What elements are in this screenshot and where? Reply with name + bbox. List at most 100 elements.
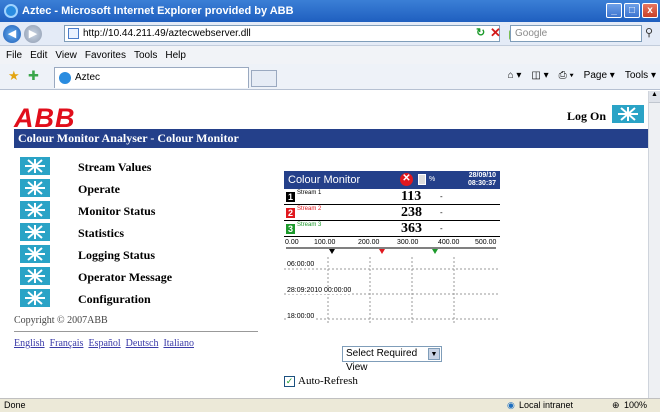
vertical-scrollbar[interactable]: ▲ <box>648 91 660 398</box>
stream-value: 113 <box>401 189 422 204</box>
new-tab-button[interactable] <box>251 70 277 87</box>
view-select-value: Select Required View <box>346 348 418 373</box>
nav-icon <box>20 201 50 219</box>
lang-espanol-link[interactable]: Español <box>88 338 120 349</box>
bar-scale: 0.00 100.00 200.00 300.00 400.00 500.00 <box>284 239 500 257</box>
ie-logo-icon <box>4 4 18 18</box>
favorites-bar: ★ ✚ Aztec ⌂ ▾ ◫ ▾ ⎙ ▾ Page ▾ Tools ▾ <box>0 64 660 90</box>
address-toolbar: ◀ ▶ http://10.44.211.49/aztecwebserver.d… <box>0 22 660 46</box>
menu-tools[interactable]: Tools <box>134 50 157 61</box>
page-menu[interactable]: Page ▾ <box>584 70 615 81</box>
menu-favorites[interactable]: Favorites <box>85 50 126 61</box>
stream-row: 3 Stream 3 363 - <box>284 222 500 237</box>
ie-tab-icon <box>59 72 71 84</box>
window-title: Aztec - Microsoft Internet Explorer prov… <box>22 5 294 17</box>
stop-icon[interactable]: ✕ <box>490 25 501 41</box>
nav-monitor-status[interactable]: Monitor Status <box>14 201 254 223</box>
stream-name: Stream 3 <box>297 222 322 228</box>
nav-icon <box>20 267 50 285</box>
checkbox-check-icon[interactable]: ✓ <box>284 375 295 387</box>
nav-label: Configuration <box>78 292 151 306</box>
nav-operate[interactable]: Operate <box>14 179 254 201</box>
stream-unit: - <box>440 208 443 217</box>
search-icon[interactable]: ⚲ <box>645 26 653 39</box>
scale-markers <box>286 247 496 254</box>
trend-time-label: 06:00:00 <box>287 261 315 268</box>
forward-button[interactable]: ▶ <box>24 24 42 43</box>
nav-label: Logging Status <box>78 248 156 262</box>
tools-menu[interactable]: Tools ▾ <box>625 70 656 81</box>
lang-deutsch-link[interactable]: Deutsch <box>126 338 159 349</box>
lang-italiano-link[interactable]: Italiano <box>163 338 194 349</box>
stream-number: 1 <box>286 192 295 202</box>
nav-statistics[interactable]: Statistics <box>14 223 254 245</box>
maximize-button[interactable]: □ <box>624 3 640 18</box>
chevron-down-icon[interactable]: ▼ <box>428 348 440 360</box>
zoom-level[interactable]: 100% <box>624 399 647 412</box>
menu-edit[interactable]: Edit <box>30 50 47 61</box>
lang-english-link[interactable]: English <box>14 338 45 349</box>
zoom-icon[interactable]: ⊕ <box>612 399 620 412</box>
stream-row: 2 Stream 2 238 - <box>284 206 500 221</box>
nav-operator-message[interactable]: Operator Message <box>14 267 254 289</box>
add-favorite-icon[interactable]: ✚ <box>28 68 39 84</box>
copyright-text: Copyright © 2007ABB <box>14 315 108 326</box>
window-titlebar: Aztec - Microsoft Internet Explorer prov… <box>0 0 660 22</box>
page-banner: Colour Monitor Analyser - Colour Monitor <box>14 129 648 148</box>
view-select[interactable]: Select Required View ▼ <box>342 346 442 373</box>
back-button[interactable]: ◀ <box>3 24 21 43</box>
stream-value: 363 <box>401 221 422 236</box>
language-links: English Français Español Deutsch Italian… <box>14 338 194 349</box>
nav-label: Statistics <box>78 226 124 240</box>
tab-label: Aztec <box>75 72 101 83</box>
trend-time-label: 28:09:2010 00:00:00 <box>287 287 352 294</box>
stream-number: 2 <box>286 208 295 218</box>
main-nav: Stream Values Operate Monitor Status Sta… <box>14 157 254 311</box>
address-field[interactable]: http://10.44.211.49/aztecwebserver.dll <box>64 25 521 42</box>
alarm-icon: ✕ <box>400 173 413 186</box>
feeds-icon[interactable]: ◫ ▾ <box>531 70 548 81</box>
stream-unit: - <box>440 192 443 201</box>
auto-refresh-checkbox[interactable]: ✓ Auto-Refresh <box>284 375 358 387</box>
stream-name: Stream 1 <box>297 190 322 196</box>
nav-icon <box>20 179 50 197</box>
menu-file[interactable]: File <box>6 50 22 61</box>
minimize-button[interactable]: _ <box>606 3 622 18</box>
lang-francais-link[interactable]: Français <box>50 338 84 349</box>
nav-label: Monitor Status <box>78 204 156 218</box>
stream-name: Stream 2 <box>297 206 322 212</box>
stream-unit: - <box>440 224 443 233</box>
logon-icon[interactable] <box>612 105 644 123</box>
nav-configuration[interactable]: Configuration <box>14 289 254 311</box>
menu-view[interactable]: View <box>55 50 77 61</box>
trend-chart: 06:00:00 28:09:2010 00:00:00 18:00:00 <box>284 257 500 324</box>
nav-stream-values[interactable]: Stream Values <box>14 157 254 179</box>
nav-logging-status[interactable]: Logging Status <box>14 245 254 267</box>
favorites-star-icon[interactable]: ★ <box>8 68 20 84</box>
monitor-header: Colour Monitor ✕ % 28/09/10 08:30:37 <box>284 171 500 189</box>
window-controls: _ □ x <box>606 3 658 18</box>
command-bar: ⌂ ▾ ◫ ▾ ⎙ ▾ Page ▾ Tools ▾ <box>508 70 656 81</box>
disk-icon <box>418 174 426 185</box>
print-icon[interactable]: ⎙ ▾ <box>559 70 574 81</box>
menu-bar: File Edit View Favorites Tools Help <box>0 46 660 64</box>
status-text: Done <box>4 400 26 410</box>
zone-text: Local intranet <box>519 400 574 410</box>
monitor-date: 28/09/10 <box>468 172 496 179</box>
stream-row: 1 Stream 1 113 - <box>284 190 500 205</box>
tools-menu-label: Tools <box>624 70 649 81</box>
tab-aztec[interactable]: Aztec <box>54 67 249 88</box>
nav-label: Operate <box>78 182 120 196</box>
menu-help[interactable]: Help <box>165 50 186 61</box>
scroll-up-icon[interactable]: ▲ <box>649 91 660 103</box>
logon-link[interactable]: Log On <box>567 109 606 124</box>
home-icon[interactable]: ⌂ ▾ <box>508 70 522 81</box>
refresh-icon[interactable]: ↻ <box>476 26 485 39</box>
search-input[interactable]: Google <box>510 25 642 42</box>
nav-icon <box>20 245 50 263</box>
monitor-title: Colour Monitor <box>288 174 361 186</box>
nav-icon <box>20 223 50 241</box>
disk-percent: % <box>429 176 436 183</box>
close-button[interactable]: x <box>642 3 658 18</box>
page-menu-label: Page <box>583 70 608 81</box>
